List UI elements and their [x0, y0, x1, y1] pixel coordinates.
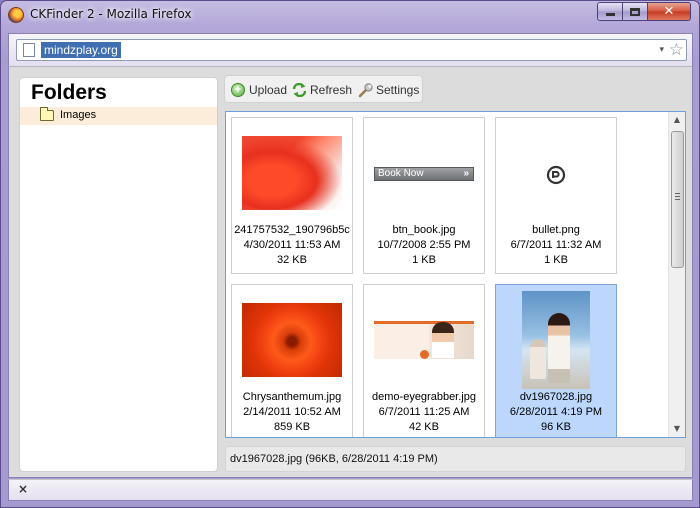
file-thumbnail[interactable]: demo-eyegrabber.jpg 6/7/2011 11:25 AM 42… — [363, 284, 485, 437]
window-controls: ✕ — [597, 2, 691, 21]
file-thumbnail[interactable]: Book Now » btn_book.jpg 10/7/2008 2:55 P… — [363, 117, 485, 274]
minimize-button[interactable] — [597, 2, 623, 21]
settings-label: Settings — [376, 83, 420, 97]
close-window-button[interactable]: ✕ — [648, 2, 691, 21]
folder-label: Images — [60, 109, 97, 121]
folder-icon — [40, 107, 54, 121]
file-name: btn_book.jpg — [392, 224, 456, 236]
scrollbar-grip-icon — [675, 193, 680, 202]
folders-title: Folders — [31, 81, 107, 104]
history-dropdown-icon[interactable]: ▾ — [659, 43, 664, 57]
bullet-image — [546, 165, 566, 185]
refresh-label: Refresh — [310, 83, 353, 97]
browser-window: CKFinder 2 - Mozilla Firefox ✕ mindzplay… — [0, 0, 700, 508]
refresh-icon — [292, 83, 307, 97]
address-bar[interactable]: mindzplay.org ▾ ☆ — [16, 39, 687, 61]
file-name: bullet.png — [532, 224, 580, 236]
file-date: 6/7/2011 11:32 AM — [510, 239, 602, 251]
file-date: 2/14/2011 10:52 AM — [243, 406, 341, 418]
scrollbar-thumb[interactable] — [671, 131, 684, 268]
page-icon — [23, 43, 35, 57]
upload-button[interactable]: + Upload — [231, 81, 287, 99]
title-bar[interactable]: CKFinder 2 - Mozilla Firefox ✕ — [1, 1, 699, 29]
close-icon: ✕ — [663, 4, 675, 19]
logo-dot — [420, 350, 429, 359]
firefox-logo-icon — [8, 7, 24, 23]
file-thumbnail-selected[interactable]: dv1967028.jpg 6/28/2011 4:19 PM 96 KB — [495, 284, 617, 437]
file-date: 10/7/2008 2:55 PM — [377, 239, 471, 251]
maximize-button[interactable] — [623, 2, 648, 21]
navigation-toolbar: mindzplay.org ▾ ☆ — [8, 33, 693, 66]
file-thumbnail[interactable]: Chrysanthemum.jpg 2/14/2011 10:52 AM 859… — [231, 284, 353, 437]
file-size: 1 KB — [412, 254, 436, 266]
person-figure — [432, 322, 454, 358]
page-content: Folders Images + Upload Refresh Settings… — [8, 66, 693, 478]
file-name: dv1967028.jpg — [519, 391, 593, 403]
file-info-status: dv1967028.jpg (96KB, 6/28/2011 4:19 PM) — [225, 446, 686, 472]
file-date: 6/7/2011 11:25 AM — [378, 406, 470, 418]
minimize-icon — [605, 13, 615, 16]
file-thumbnail[interactable]: 241757532_190796b5c 4/30/2011 11:53 AM 3… — [231, 117, 353, 274]
url-text[interactable]: mindzplay.org — [41, 42, 121, 58]
file-image — [242, 303, 342, 377]
file-image — [242, 136, 342, 210]
file-date: 4/30/2011 11:53 AM — [243, 239, 341, 251]
person-figure — [548, 313, 570, 383]
bookmark-star-icon[interactable]: ☆ — [669, 40, 684, 60]
file-name: Chrysanthemum.jpg — [242, 391, 342, 403]
scroll-down-arrow-icon[interactable]: ▼ — [669, 421, 685, 437]
wrench-icon — [358, 83, 373, 98]
vertical-scrollbar[interactable]: ▲ ▼ — [668, 112, 685, 437]
folders-panel: Folders Images — [19, 77, 218, 472]
file-size: 96 KB — [541, 421, 571, 433]
files-grid: 241757532_190796b5c 4/30/2011 11:53 AM 3… — [226, 112, 669, 437]
book-now-image: Book Now » — [374, 167, 474, 181]
file-name: demo-eyegrabber.jpg — [372, 391, 476, 403]
double-arrow-icon: » — [463, 168, 469, 179]
file-size: 1 KB — [544, 254, 568, 266]
maximize-icon — [630, 7, 640, 16]
scroll-up-arrow-icon[interactable]: ▲ — [669, 112, 685, 128]
files-panel: 241757532_190796b5c 4/30/2011 11:53 AM 3… — [225, 111, 686, 438]
file-date: 6/28/2011 4:19 PM — [509, 406, 603, 418]
settings-button[interactable]: Settings — [358, 81, 419, 99]
file-size: 859 KB — [273, 421, 311, 433]
file-size: 32 KB — [277, 254, 307, 266]
upload-icon: + — [231, 83, 245, 97]
book-now-text: Book Now — [378, 168, 424, 179]
file-thumbnail[interactable]: bullet.png 6/7/2011 11:32 AM 1 KB — [495, 117, 617, 274]
file-image — [374, 321, 474, 359]
file-image — [522, 291, 590, 389]
folder-item-images[interactable]: Images — [20, 107, 217, 125]
addon-bar: × — [8, 479, 693, 501]
file-size: 42 KB — [409, 421, 439, 433]
finder-toolbar: + Upload Refresh Settings — [224, 75, 423, 103]
person-figure — [530, 339, 546, 379]
close-addon-bar-icon[interactable]: × — [18, 482, 28, 496]
file-name: 241757532_190796b5c — [234, 224, 350, 236]
upload-label: Upload — [249, 83, 288, 97]
refresh-button[interactable]: Refresh — [292, 81, 352, 99]
window-title: CKFinder 2 - Mozilla Firefox — [30, 7, 192, 21]
